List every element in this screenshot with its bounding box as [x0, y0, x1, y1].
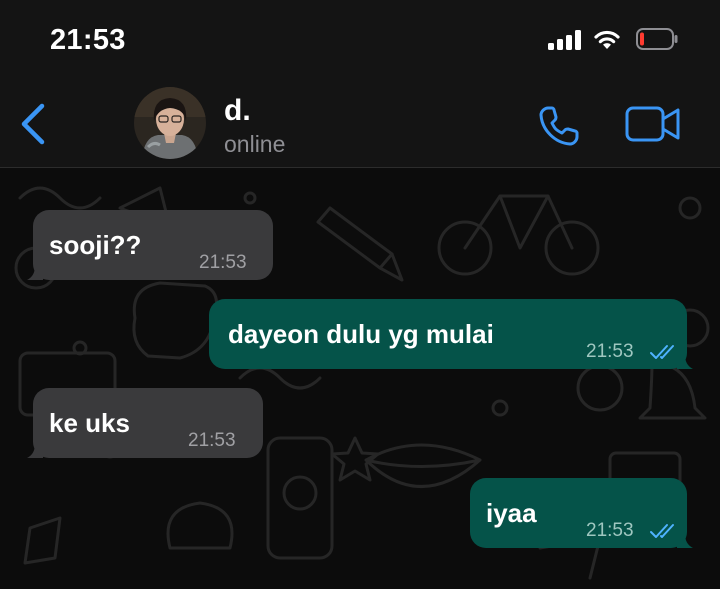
bubble-tail: [677, 534, 693, 548]
avatar[interactable]: [134, 87, 206, 159]
status-time: 21:53: [50, 24, 126, 56]
message-time: 21:53: [586, 341, 634, 362]
contact-status: online: [224, 131, 286, 157]
message-text: iyaa: [486, 498, 537, 528]
video-call-button[interactable]: [624, 104, 682, 144]
phone-call-button[interactable]: [535, 102, 583, 150]
message-text: sooji??: [49, 230, 142, 260]
bubble-tail: [27, 444, 43, 458]
bubble-tail: [677, 355, 693, 369]
outgoing-message[interactable]: iyaa 21:53: [470, 478, 693, 548]
bubble-tail: [27, 266, 43, 280]
status-bar: 21:53: [0, 0, 720, 80]
incoming-message[interactable]: sooji?? 21:53: [27, 210, 273, 280]
read-receipt-icon: [650, 345, 674, 359]
read-receipt-icon: [650, 524, 674, 538]
chat-header: d. online: [0, 80, 720, 168]
message-text: ke uks: [49, 408, 130, 438]
wifi-icon: [594, 30, 620, 49]
contact-name[interactable]: d.: [224, 94, 251, 128]
battery-low-icon: [636, 28, 678, 50]
message-time: 21:53: [199, 252, 247, 273]
outgoing-message[interactable]: dayeon dulu yg mulai 21:53: [209, 299, 693, 369]
back-button[interactable]: [14, 100, 54, 148]
cellular-signal-icon: [548, 30, 582, 50]
message-time: 21:53: [586, 520, 634, 541]
incoming-message[interactable]: ke uks 21:53: [27, 388, 263, 458]
chat-area[interactable]: sooji?? 21:53 dayeon dulu yg mulai 21:53…: [0, 168, 720, 589]
message-time: 21:53: [188, 430, 236, 451]
message-text: dayeon dulu yg mulai: [228, 319, 494, 349]
